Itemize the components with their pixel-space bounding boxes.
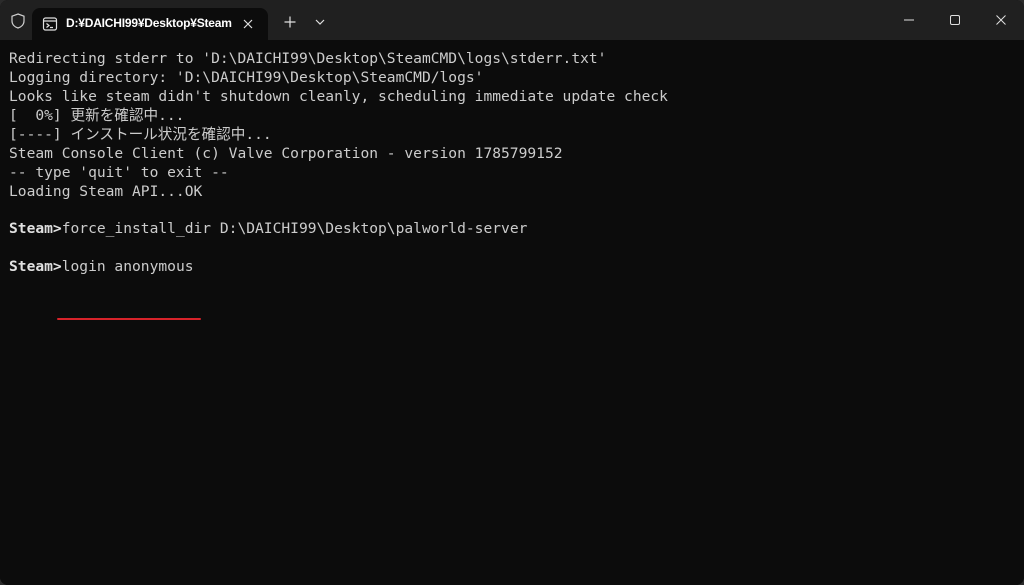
chevron-down-icon[interactable] [311,12,329,32]
maximize-icon [950,15,960,25]
command-text: force_install_dir D:\DAICHI99\Desktop\pa… [61,220,528,237]
output-line: Looks like steam didn't shutdown cleanly… [9,88,668,105]
output-line: [----] インストール状況を確認中... [9,126,272,143]
tab-title: D:¥DAICHI99¥Desktop¥Steam [66,16,232,30]
title-bar[interactable]: D:¥DAICHI99¥Desktop¥Steam [0,0,1024,40]
shield-icon[interactable] [8,11,28,31]
tab-active[interactable]: D:¥DAICHI99¥Desktop¥Steam [32,8,268,40]
command-text: login anonymous [61,258,194,275]
prompt: Steam> [9,220,62,237]
close-icon [996,15,1006,25]
minimize-icon [904,19,914,21]
terminal-window: D:¥DAICHI99¥Desktop¥Steam Redirecting st… [0,0,1024,585]
new-tab-plus-icon[interactable] [280,12,300,32]
output-line: Loading Steam API...OK [9,183,203,200]
maximize-button[interactable] [932,0,978,40]
prompt: Steam> [9,258,62,275]
output-line: -- type 'quit' to exit -- [9,164,229,181]
terminal-output[interactable]: Redirecting stderr to 'D:\DAICHI99\Deskt… [0,40,1024,585]
close-button[interactable] [978,0,1024,40]
output-line: [ 0%] 更新を確認中... [9,107,185,124]
command-line: Steam>login anonymous [9,257,194,276]
command-line: Steam>force_install_dir D:\DAICHI99\Desk… [9,219,527,238]
output-line: Logging directory: 'D:\DAICHI99\Desktop\… [9,69,484,86]
highlight-underline [57,318,201,320]
tab-close-icon[interactable] [240,16,256,32]
terminal-icon [42,16,58,32]
output-line: Steam Console Client (c) Valve Corporati… [9,145,563,162]
minimize-button[interactable] [886,0,932,40]
output-line: Redirecting stderr to 'D:\DAICHI99\Deskt… [9,50,607,67]
